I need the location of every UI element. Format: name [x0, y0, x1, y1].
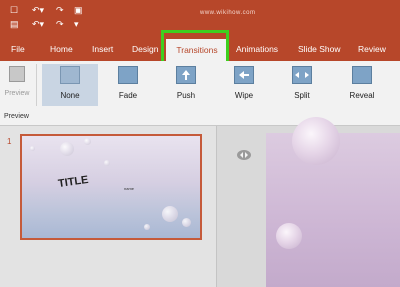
slide-title: TITLE: [57, 173, 90, 191]
transition-fade-label: Fade: [118, 91, 138, 100]
transition-split-button[interactable]: Split: [278, 64, 326, 106]
water-drop: [104, 160, 110, 166]
transition-split-label: Split: [294, 91, 310, 100]
preview-icon: [9, 66, 25, 82]
preview-group-label: Preview: [4, 113, 29, 120]
tab-insert[interactable]: Insert: [92, 44, 113, 55]
water-drop: [144, 224, 150, 230]
undo-icon[interactable]: ↶▾: [32, 5, 44, 15]
preview-label: Preview: [4, 90, 30, 97]
transition-push-label: Push: [176, 91, 196, 100]
transition-wipe-label: Wipe: [234, 91, 254, 100]
reveal-transition-icon: [352, 66, 372, 84]
watermark: www.wikihow.com: [200, 10, 256, 16]
transition-reveal-button[interactable]: Reveal: [336, 64, 388, 106]
slide-number: 1: [7, 137, 12, 146]
water-drop: [276, 223, 302, 249]
preview-button[interactable]: Preview: [2, 64, 32, 104]
water-drop: [292, 117, 340, 165]
tab-review[interactable]: Review: [358, 44, 386, 55]
slide-thumbnail[interactable]: TITLE name: [20, 134, 202, 240]
split-transition-icon: [292, 66, 312, 84]
ribbon-separator: [36, 64, 37, 106]
ribbon-group-bar: [0, 111, 400, 126]
tab-animations[interactable]: Animations: [236, 44, 278, 55]
tab-file[interactable]: File: [11, 44, 25, 55]
water-drop: [162, 206, 178, 222]
transition-none-button[interactable]: None: [42, 64, 98, 106]
transition-fade-button[interactable]: Fade: [104, 64, 152, 106]
water-drop: [182, 218, 191, 227]
window-icon[interactable]: ☐: [10, 5, 18, 15]
redo-icon[interactable]: ↷: [56, 5, 64, 15]
water-drop: [30, 146, 35, 151]
water-drop: [84, 138, 91, 145]
transition-indicator-icon[interactable]: [236, 148, 252, 162]
transition-wipe-button[interactable]: Wipe: [220, 64, 268, 106]
tab-design[interactable]: Design: [132, 44, 158, 55]
slide-subtitle: name: [124, 186, 135, 191]
push-transition-icon: [176, 66, 196, 84]
tab-slideshow[interactable]: Slide Show: [298, 44, 341, 55]
undo-icon[interactable]: ↶▾: [32, 19, 44, 29]
main-slide[interactable]: [266, 117, 400, 287]
transition-none-label: None: [60, 91, 80, 100]
transition-push-button[interactable]: Push: [162, 64, 210, 106]
save-icon[interactable]: ▤: [10, 19, 19, 29]
water-drop: [60, 142, 74, 156]
none-transition-icon: [60, 66, 80, 84]
transition-reveal-label: Reveal: [349, 91, 375, 100]
wipe-transition-icon: [234, 66, 254, 84]
tab-home[interactable]: Home: [50, 44, 73, 55]
present-icon[interactable]: ▣: [74, 5, 83, 15]
fade-transition-icon: [118, 66, 138, 84]
customize-icon[interactable]: ▾: [74, 19, 79, 29]
redo-icon[interactable]: ↷: [56, 19, 64, 29]
